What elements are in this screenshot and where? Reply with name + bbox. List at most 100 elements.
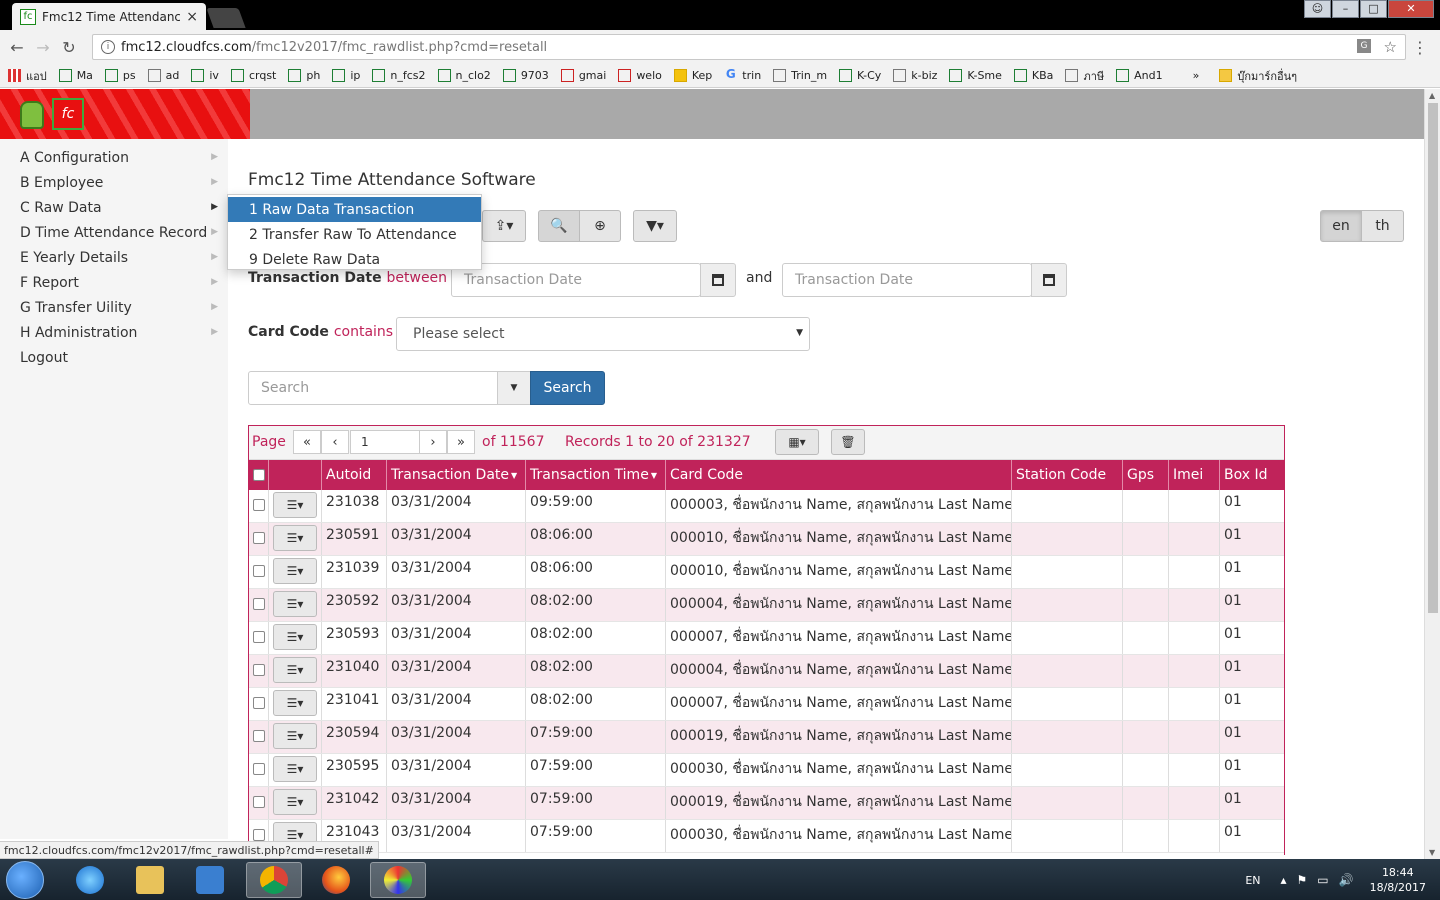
bookmark-item[interactable]: Ma [58,69,93,82]
header-autoid[interactable]: Autoid [322,460,387,490]
sidebar-item-logout[interactable]: Logout [0,345,228,370]
bookmark-item[interactable]: K-Sme [949,69,1002,82]
header-box-id[interactable]: Box Id [1220,460,1284,490]
header-station-code[interactable]: Station Code [1012,460,1123,490]
network-icon[interactable]: ▭ [1317,873,1328,887]
bookmark-item[interactable]: k-biz [893,69,937,82]
row-checkbox[interactable] [252,697,265,709]
bookmark-item[interactable]: n_fcs2 [372,69,426,82]
forward-icon[interactable]: → [30,38,56,57]
bookmark-item[interactable]: Kep [673,69,712,82]
search-toggle-button[interactable]: 🔍 [538,210,580,242]
row-actions-button[interactable]: ☰▾ [273,525,317,551]
bookmark-item[interactable]: Trin_m [773,69,827,82]
row-checkbox[interactable] [252,598,265,610]
scroll-thumb[interactable] [1428,103,1438,613]
lang-en-button[interactable]: en [1320,210,1362,242]
table-row[interactable]: ☰▾ 231043 03/31/2004 07:59:00 000030, ชื่อพน… [249,820,1284,853]
translate-icon[interactable]: G [1357,39,1371,53]
user-icon[interactable]: ☺ [1304,0,1331,18]
delete-button[interactable]: 🗑 [831,429,865,455]
search-input[interactable]: Search [248,371,498,405]
close-tab-icon[interactable]: × [186,9,198,25]
brand-logo[interactable]: fc [0,89,250,139]
scroll-up-icon[interactable]: ▲ [1429,91,1435,100]
date-from-calendar-button[interactable] [700,263,736,297]
sidebar-item-d-time-attendance-record[interactable]: D Time Attendance Record ▶ [0,220,228,245]
other-bookmarks-folder[interactable]: บุ๊กมาร์กอื่นๆ [1219,67,1297,85]
bookmark-item[interactable]: welo [618,69,662,82]
explorer-taskbar-button[interactable] [122,862,178,898]
prev-page-button[interactable]: ‹ [321,430,349,454]
row-actions-button[interactable]: ☰▾ [273,558,317,584]
table-row[interactable]: ☰▾ 230594 03/31/2004 07:59:00 000019, ชื่อพน… [249,721,1284,754]
table-row[interactable]: ☰▾ 231038 03/31/2004 09:59:00 000003, ชื่อพน… [249,490,1284,523]
search-options-button[interactable]: ▼ [497,371,531,405]
maximize-button[interactable]: □ [1360,0,1387,18]
date-from-input[interactable]: Transaction Date [451,263,701,297]
filter-button[interactable]: ▼▾ [633,210,677,242]
row-actions-button[interactable]: ☰▾ [273,657,317,683]
taskbar-clock[interactable]: 18:44 18/8/2017 [1370,865,1426,895]
header-gps[interactable]: Gps [1123,460,1169,490]
row-checkbox[interactable] [252,829,265,841]
table-row[interactable]: ☰▾ 230593 03/31/2004 08:02:00 000007, ชื่อพน… [249,622,1284,655]
submenu-item-2-transfer-raw-to-attendance[interactable]: 2 Transfer Raw To Attendance [228,222,481,247]
row-checkbox[interactable] [252,631,265,643]
bookmark-item[interactable]: n_clo2 [437,69,491,82]
url-bar[interactable]: i fmc12.cloudfcs.com/fmc12v2017/fmc_rawd… [92,34,1406,60]
select-all-checkbox[interactable] [252,469,265,481]
row-actions-button[interactable]: ☰▾ [273,492,317,518]
submenu-item-1-raw-data-transaction[interactable]: 1 Raw Data Transaction [228,197,481,222]
row-checkbox[interactable] [252,730,265,742]
row-actions-button[interactable]: ☰▾ [273,690,317,716]
minimize-button[interactable]: – [1332,0,1359,18]
sidebar-item-e-yearly-details[interactable]: E Yearly Details ▶ [0,245,228,270]
header-imei[interactable]: Imei [1169,460,1220,490]
bookmarks-overflow-button[interactable]: » [1193,69,1200,82]
submenu-item-9-delete-raw-data[interactable]: 9 Delete Raw Data [228,247,481,272]
last-page-button[interactable]: » [447,430,475,454]
new-tab-button[interactable] [206,8,246,28]
bookmark-item[interactable]: gmai [560,69,606,82]
table-row[interactable]: ☰▾ 230591 03/31/2004 08:06:00 000010, ชื่อพน… [249,523,1284,556]
row-checkbox[interactable] [252,565,265,577]
ie-taskbar-button[interactable] [62,862,118,898]
header-transaction-date[interactable]: Transaction Date ▼ [387,460,526,490]
browser-tab[interactable]: fc Fmc12 Time Attendance × [12,3,206,30]
bookmark-item[interactable]: 9703 [502,69,549,82]
chrome-taskbar-button[interactable] [246,862,302,898]
row-checkbox[interactable] [252,763,265,775]
start-button[interactable] [6,861,44,899]
bookmark-item[interactable]: Gtrin [724,68,761,82]
bookmark-item[interactable]: iv [191,69,219,82]
sidebar-item-b-employee[interactable]: B Employee ▶ [0,170,228,195]
table-row[interactable]: ☰▾ 231039 03/31/2004 08:06:00 000010, ชื่อพน… [249,556,1284,589]
export-button[interactable]: ⇪▾ [482,210,526,242]
table-row[interactable]: ☰▾ 230592 03/31/2004 08:02:00 000004, ชื่อพน… [249,589,1284,622]
row-actions-button[interactable]: ☰▾ [273,723,317,749]
page-number-input[interactable]: 1 [350,430,420,454]
paint-taskbar-button[interactable] [370,862,426,898]
row-checkbox[interactable] [252,796,265,808]
bookmark-item[interactable]: K-Cy [839,69,881,82]
sidebar-item-g-transfer-uility[interactable]: G Transfer Uility ▶ [0,295,228,320]
row-checkbox[interactable] [252,664,265,676]
lang-th-button[interactable]: th [1362,210,1404,242]
media-taskbar-button[interactable] [182,862,238,898]
date-to-input[interactable]: Transaction Date [782,263,1032,297]
table-row[interactable]: ☰▾ 231041 03/31/2004 08:02:00 000007, ชื่อพน… [249,688,1284,721]
sidebar-item-f-report[interactable]: F Report ▶ [0,270,228,295]
search-button[interactable]: Search [530,371,605,405]
table-row[interactable]: ☰▾ 231040 03/31/2004 08:02:00 000004, ชื่อพน… [249,655,1284,688]
close-window-button[interactable]: ✕ [1388,0,1434,18]
row-checkbox[interactable] [252,532,265,544]
bookmark-item[interactable]: KBa [1013,69,1053,82]
sidebar-item-a-configuration[interactable]: A Configuration ▶ [0,145,228,170]
bookmark-item[interactable]: ad [147,69,179,82]
bookmark-item[interactable]: ph [288,69,320,82]
row-actions-button[interactable]: ☰▾ [273,591,317,617]
browser-menu-icon[interactable]: ⋮ [1412,38,1428,57]
bookmark-item[interactable]: ภาษี [1065,67,1104,85]
row-checkbox[interactable] [252,499,265,511]
